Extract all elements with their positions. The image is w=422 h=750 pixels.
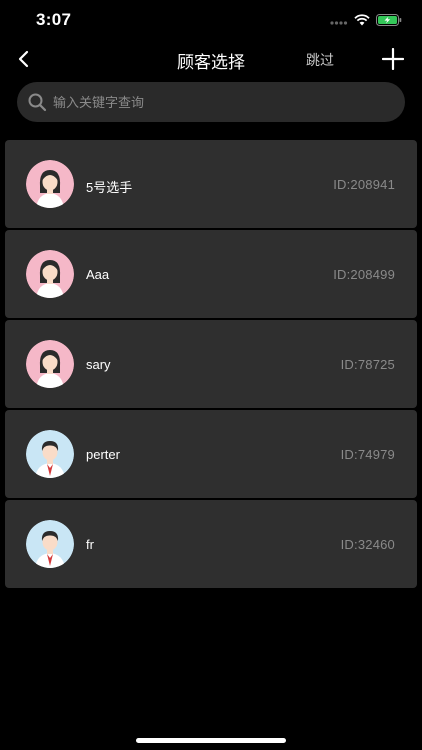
customer-id: ID:32460 [340,537,395,552]
customer-name: sary [86,357,111,372]
home-indicator [136,738,286,743]
status-icons [330,13,402,31]
page-title: 顾客选择 [177,53,245,72]
customer-name: perter [86,447,120,462]
customer-name: 5号选手 [86,180,133,195]
search-input[interactable] [53,82,383,122]
customer-card[interactable]: fr ID:32460 [5,500,417,588]
plus-icon [381,47,405,71]
customer-name: fr [86,537,94,552]
female-avatar-icon [26,250,74,298]
customer-card[interactable]: perter ID:74979 [5,410,417,498]
male-avatar-icon [26,520,74,568]
male-avatar-icon [26,430,74,478]
customer-id: ID:208941 [333,177,395,192]
customer-card[interactable]: sary ID:78725 [5,320,417,408]
customer-id: ID:78725 [340,357,395,372]
search-icon [27,92,47,112]
customer-card[interactable]: Aaa ID:208499 [5,230,417,318]
customer-id: ID:208499 [333,267,395,282]
nav-bar: 顾客选择 跳过 [0,44,422,74]
female-avatar-icon [26,160,74,208]
skip-button[interactable]: 跳过 [306,50,334,70]
customer-id: ID:74979 [340,447,395,462]
add-customer-button[interactable] [381,47,405,71]
wifi-icon [354,13,370,31]
status-time: 3:07 [36,10,72,29]
customer-card[interactable]: 5号选手 ID:208941 [5,140,417,228]
signal-dots-icon [330,13,348,31]
female-avatar-icon [26,340,74,388]
battery-charging-icon [376,13,402,31]
status-bar: 3:07 [0,0,422,44]
customer-name: Aaa [86,267,110,282]
customer-list: 5号选手 ID:208941 Aaa ID:208499 sary ID:787… [5,140,417,590]
search-bar [17,82,405,122]
